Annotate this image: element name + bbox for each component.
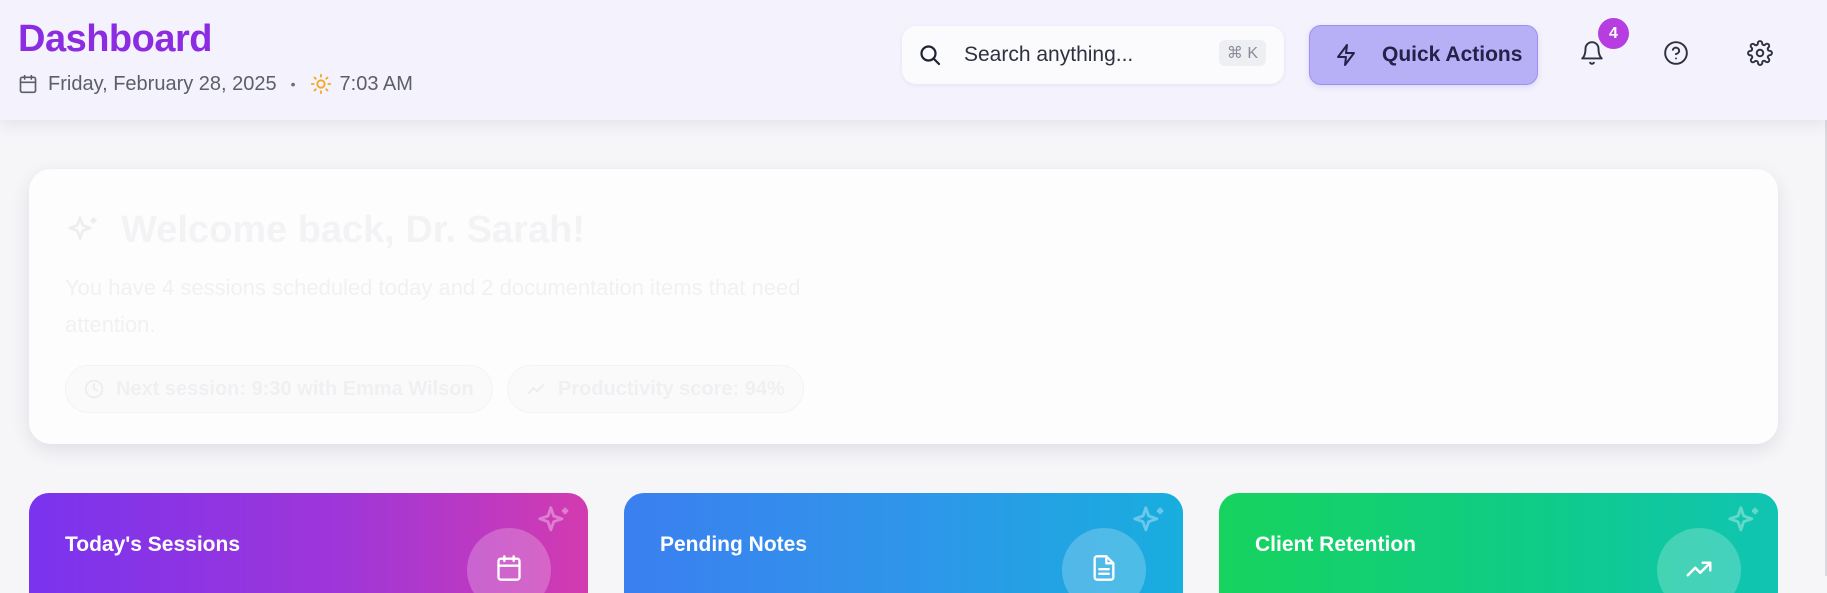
calendar-icon <box>497 555 521 581</box>
sun-icon <box>310 73 332 95</box>
sparkles-icon <box>538 506 569 532</box>
stat-card-title: Today's Sessions <box>65 533 241 556</box>
help-icon <box>1663 40 1689 71</box>
lightning-icon <box>1334 42 1360 68</box>
quick-actions-button[interactable]: Quick Actions <box>1309 25 1538 85</box>
trend-icon <box>526 378 548 400</box>
date-time-line: Friday, February 28, 2025 • 7:03 AM <box>18 70 413 98</box>
stat-card-title: Pending Notes <box>660 533 808 556</box>
current-time: 7:03 AM <box>339 72 413 95</box>
welcome-card: Welcome back, Dr. Sarah! You have 4 sess… <box>29 169 1778 444</box>
settings-button[interactable] <box>1741 36 1779 74</box>
welcome-message: You have 4 sessions scheduled today and … <box>65 275 801 337</box>
welcome-heading: Welcome back, Dr. Sarah! <box>65 209 585 252</box>
search-input[interactable]: Search anything... <box>964 43 1133 67</box>
bell-icon <box>1579 40 1605 71</box>
stat-card-title: Client Retention <box>1255 533 1416 556</box>
page-title: Dashboard <box>18 18 212 60</box>
document-icon <box>1093 555 1115 581</box>
search-shortcut-hint: ⌘ K <box>1218 40 1266 66</box>
sparkles-icon <box>1133 506 1164 532</box>
stat-card-client-retention[interactable]: Client Retention <box>1219 493 1778 593</box>
top-header: Dashboard Friday, February 28, 2025 • 7:… <box>0 0 1827 120</box>
next-session-chip[interactable]: Next session: 9:30 with Emma Wilson <box>65 365 493 413</box>
stat-card-pending-notes[interactable]: Pending Notes <box>624 493 1183 593</box>
productivity-chip[interactable]: Productivity score: 94% <box>507 365 804 413</box>
next-session-label: Next session: 9:30 with Emma Wilson <box>116 377 474 400</box>
welcome-title-text: Welcome back, Dr. Sarah! <box>121 209 585 251</box>
quick-actions-label: Quick Actions <box>1382 43 1523 66</box>
search-bar[interactable]: Search anything... ⌘ K <box>902 26 1284 84</box>
notification-count-badge: 4 <box>1598 18 1629 49</box>
trending-up-icon <box>1686 561 1712 577</box>
gear-icon <box>1747 39 1773 71</box>
sparkles-icon <box>65 211 105 251</box>
current-date: Friday, February 28, 2025 <box>48 72 277 95</box>
sparkles-icon <box>1728 506 1759 532</box>
calendar-icon <box>18 73 40 95</box>
separator-dot: • <box>290 76 296 92</box>
clock-icon <box>84 378 106 400</box>
productivity-label: Productivity score: 94% <box>558 377 785 400</box>
help-button[interactable] <box>1657 36 1695 74</box>
search-icon <box>918 42 944 68</box>
stat-card-todays-sessions[interactable]: Today's Sessions <box>29 493 588 593</box>
